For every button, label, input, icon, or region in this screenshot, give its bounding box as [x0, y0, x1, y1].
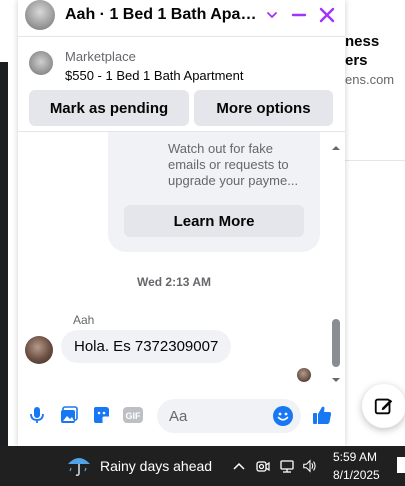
scroll-thumb[interactable]: [332, 319, 340, 367]
message-bubble[interactable]: Hola. Es 7372309007: [61, 330, 232, 363]
background-text-1: ness: [345, 33, 380, 50]
volume-tray-button[interactable]: [302, 458, 318, 474]
close-icon: [319, 7, 335, 23]
weather-widget-icon[interactable]: [66, 452, 92, 478]
background-text-3: ens.com: [345, 72, 395, 87]
umbrella-icon: [68, 458, 90, 477]
svg-text:GIF: GIF: [126, 411, 142, 421]
minimize-icon: [291, 13, 307, 17]
background-divider: [345, 160, 405, 161]
gif-icon: GIF: [123, 407, 143, 423]
listing-title[interactable]: $550 - 1 Bed 1 Bath Apartment: [65, 68, 244, 83]
message-scrollbar[interactable]: [331, 140, 341, 384]
photo-icon: [61, 406, 78, 423]
sender-name: Aah: [73, 313, 95, 327]
sender-avatar[interactable]: [25, 336, 53, 364]
speaker-icon: [303, 459, 316, 473]
message-timestamp: Wed 2:13 AM: [136, 275, 211, 289]
more-options-button[interactable]: More options: [194, 90, 333, 126]
sticker-button[interactable]: [90, 404, 112, 426]
weather-widget-text[interactable]: Rainy days ahead: [100, 458, 212, 474]
scroll-down-arrow[interactable]: [331, 372, 341, 382]
compose-icon: [374, 398, 393, 415]
thumbs-up-icon: [313, 406, 332, 424]
safety-info-text: Watch out for fake emails or requests to…: [168, 141, 299, 188]
network-tray-button[interactable]: [279, 458, 295, 474]
marketplace-listing-banner: Marketplace $550 - 1 Bed 1 Bath Apartmen…: [18, 36, 345, 132]
message-input[interactable]: Aa: [157, 399, 301, 433]
background-dark-strip: [0, 62, 8, 446]
send-like-button[interactable]: [311, 404, 333, 426]
background-text-2: ers: [345, 52, 368, 69]
meet-now-tray-button[interactable]: [255, 458, 271, 474]
chat-window: Aah · 1 Bed 1 Bath Apartm... Marketplace…: [18, 0, 345, 446]
listing-thumbnail[interactable]: [29, 51, 53, 75]
clock-time[interactable]: 5:59 AM: [333, 450, 377, 464]
scroll-up-arrow[interactable]: [331, 140, 341, 150]
listing-source: Marketplace: [65, 49, 136, 64]
windows-taskbar: Rainy days ahead 5:59 AM 8/1/2025: [0, 446, 405, 486]
microphone-icon: [30, 407, 44, 423]
minimize-button[interactable]: [288, 4, 310, 26]
network-icon: [280, 460, 294, 473]
notification-center-button[interactable]: [397, 457, 405, 473]
attach-photo-button[interactable]: [58, 404, 80, 426]
mark-as-pending-button[interactable]: Mark as pending: [29, 90, 189, 126]
close-button[interactable]: [316, 4, 338, 26]
clock-date[interactable]: 8/1/2025: [333, 468, 380, 482]
smiley-icon: [277, 412, 289, 421]
chat-title[interactable]: Aah · 1 Bed 1 Bath Apartm...: [65, 6, 261, 24]
contact-avatar[interactable]: [25, 0, 55, 30]
learn-more-button[interactable]: Learn More: [124, 205, 304, 237]
emoji-button[interactable]: [273, 406, 293, 426]
message-list[interactable]: Watch out for fake emails or requests to…: [18, 132, 345, 390]
chevron-down-icon: [267, 12, 277, 19]
safety-info-card: Watch out for fake emails or requests to…: [108, 132, 320, 252]
voice-clip-button[interactable]: [26, 404, 48, 426]
message-input-placeholder: Aa: [169, 408, 188, 425]
message-composer: GIF Aa: [18, 396, 345, 436]
gif-button[interactable]: GIF: [122, 404, 144, 426]
show-hidden-icons-button[interactable]: [231, 458, 247, 474]
sticker-icon: [94, 407, 109, 423]
new-message-button[interactable]: [362, 384, 405, 428]
chat-header[interactable]: Aah · 1 Bed 1 Bath Apartm...: [18, 0, 345, 34]
camera-icon: [256, 461, 270, 472]
seen-indicator-avatar: [297, 368, 311, 382]
chat-options-button[interactable]: [261, 4, 283, 26]
chevron-up-icon: [233, 462, 245, 470]
